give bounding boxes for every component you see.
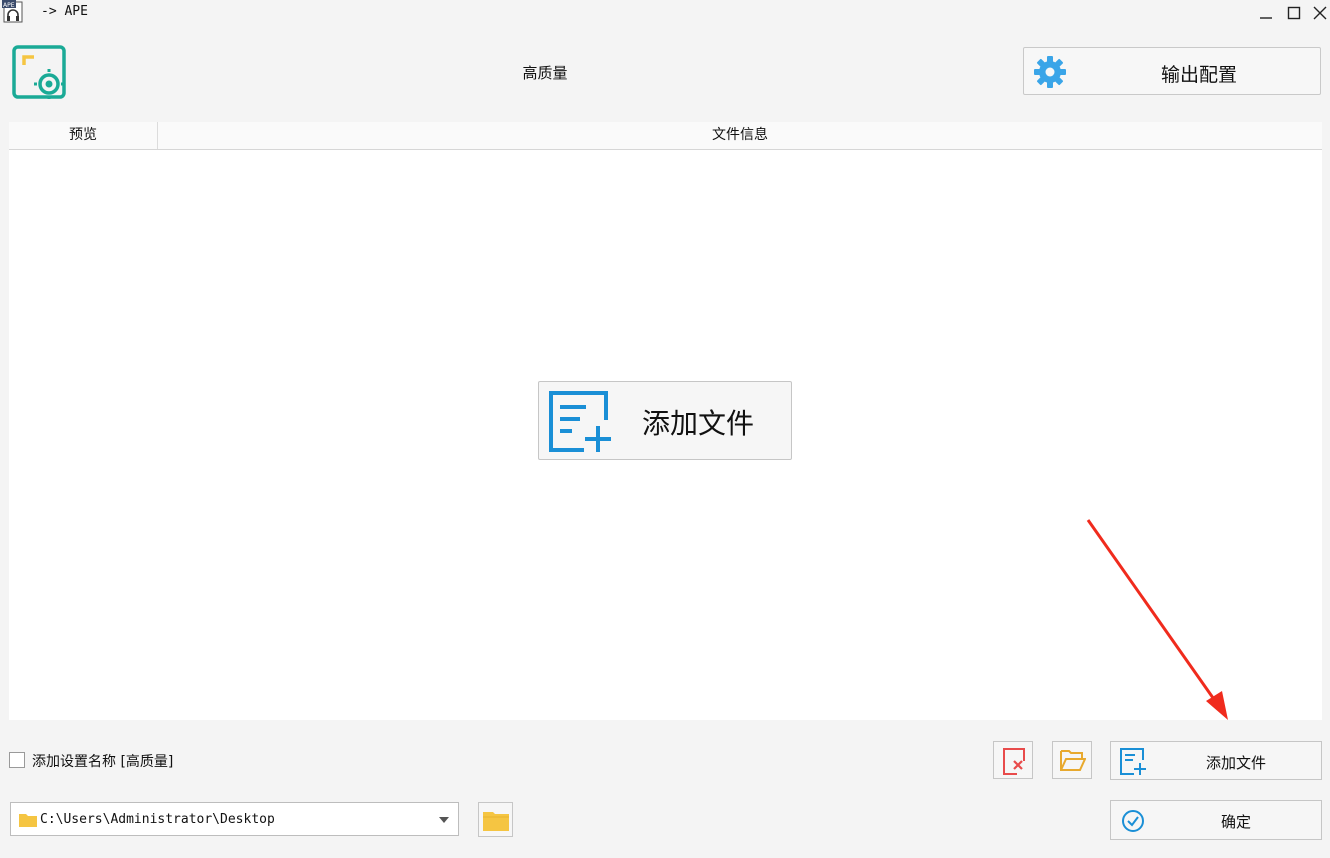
preset-name: 高质量: [522, 64, 568, 82]
column-header-file-info[interactable]: 文件信息: [158, 122, 1322, 149]
folder-icon: [483, 809, 509, 831]
clear-list-button[interactable]: [993, 741, 1033, 779]
check-circle-icon: [1121, 809, 1145, 833]
file-list-header: 预览 文件信息: [9, 122, 1322, 150]
clear-list-icon: [1003, 748, 1025, 775]
minimize-button[interactable]: [1252, 0, 1280, 26]
chevron-down-icon[interactable]: [439, 817, 449, 823]
output-config-button[interactable]: 输出配置: [1023, 47, 1321, 95]
close-button[interactable]: [1306, 0, 1330, 26]
add-file-center-button[interactable]: 添加文件: [538, 381, 792, 460]
add-file-button[interactable]: 添加文件: [1110, 741, 1322, 780]
window-title: -> APE: [41, 4, 88, 19]
maximize-button[interactable]: [1280, 0, 1308, 26]
title-bar: APE -> APE: [0, 0, 1330, 26]
confirm-button[interactable]: 确定: [1110, 800, 1322, 840]
app-logo-icon: [12, 45, 66, 99]
confirm-button-label: 确定: [1220, 813, 1251, 831]
output-path-select[interactable]: C:\Users\Administrator\Desktop: [10, 802, 459, 836]
add-file-button-label: 添加文件: [1205, 754, 1266, 772]
annotation-arrow: [1080, 515, 1240, 725]
output-config-label: 输出配置: [1160, 64, 1237, 86]
gear-icon: [1033, 55, 1067, 89]
add-preset-name-label[interactable]: 添加设置名称 [高质量]: [32, 751, 173, 771]
maximize-icon: [1287, 6, 1301, 20]
app-icon: APE: [2, 0, 24, 24]
folder-icon: [19, 812, 37, 827]
add-file-center-label: 添加文件: [642, 407, 755, 440]
output-path-value: C:\Users\Administrator\Desktop: [40, 812, 275, 827]
add-file-icon: [1119, 747, 1147, 775]
browse-folder-button[interactable]: [478, 802, 513, 837]
open-output-folder-button[interactable]: [1052, 741, 1092, 779]
add-preset-name-checkbox[interactable]: [9, 752, 25, 768]
column-header-preview[interactable]: 预览: [9, 122, 158, 149]
add-file-icon: [548, 390, 614, 452]
svg-text:APE: APE: [3, 2, 15, 9]
open-folder-icon: [1060, 750, 1086, 771]
close-icon: [1313, 6, 1327, 20]
minimize-icon: [1260, 17, 1272, 19]
